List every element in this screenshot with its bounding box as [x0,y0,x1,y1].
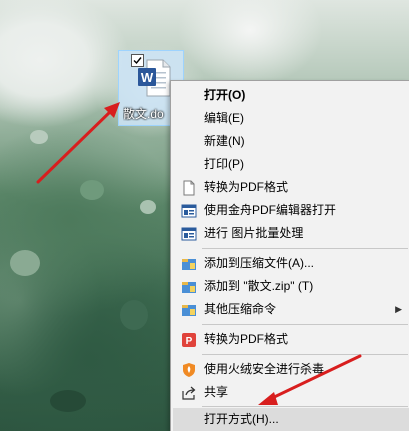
menu-item-open[interactable]: 打开(O) [173,84,409,107]
pdf-convert-icon: P [181,332,197,348]
menu-item-share[interactable]: 共享 [173,381,409,404]
menu-item-convert-pdf-2[interactable]: P 转换为PDF格式 [173,328,409,351]
wallpaper-detail [140,200,156,214]
menu-item-open-with-jinzhou-pdf[interactable]: 使用金舟PDF编辑器打开 [173,199,409,222]
menu-separator [202,324,408,325]
shield-icon [181,362,197,378]
menu-item-edit[interactable]: 编辑(E) [173,107,409,130]
menu-item-batch-image[interactable]: 进行 图片批量处理 [173,222,409,245]
archive-icon [181,279,197,295]
archive-icon [181,302,197,318]
archive-icon [181,256,197,272]
svg-text:P: P [186,336,193,347]
wallpaper-detail [120,300,148,330]
menu-item-huorong-scan[interactable]: 使用火绒安全进行杀毒 [173,358,409,381]
menu-item-add-zip[interactable]: 添加到 "散文.zip" (T) [173,275,409,298]
pdf-editor-icon [181,203,197,219]
menu-item-add-archive[interactable]: 添加到压缩文件(A)... [173,252,409,275]
svg-text:W: W [141,70,154,85]
menu-separator [202,406,408,407]
image-batch-icon [181,226,197,242]
menu-item-open-with[interactable]: 打开方式(H)... [173,408,409,431]
word-document-icon: W [137,59,171,97]
menu-separator [202,248,408,249]
wallpaper-detail [30,130,48,144]
menu-separator [202,354,408,355]
menu-item-other-compress[interactable]: 其他压缩命令 ▶ [173,298,409,321]
wallpaper-detail [80,180,104,200]
submenu-arrow-icon: ▶ [395,304,402,314]
share-icon [181,385,197,401]
wallpaper-detail [10,250,40,276]
document-icon [181,180,197,196]
menu-item-new[interactable]: 新建(N) [173,130,409,153]
wallpaper-detail [50,390,86,412]
menu-item-convert-pdf[interactable]: 转换为PDF格式 [173,176,409,199]
context-menu: 打开(O) 编辑(E) 新建(N) 打印(P) 转换为PDF格式 使用金舟PDF… [170,80,409,431]
menu-item-print[interactable]: 打印(P) [173,153,409,176]
